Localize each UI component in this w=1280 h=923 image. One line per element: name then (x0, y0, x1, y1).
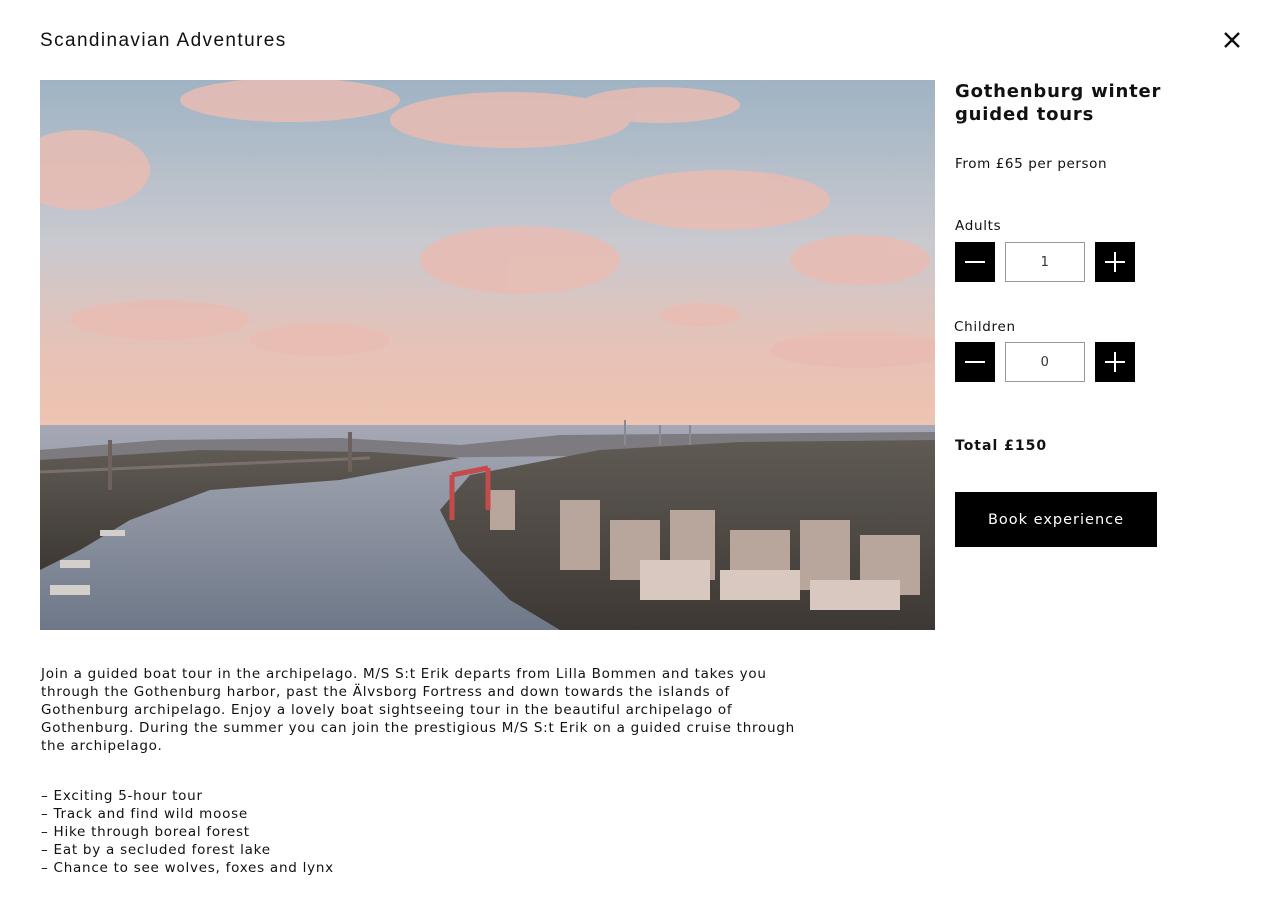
plus-icon (1105, 252, 1125, 272)
children-decrease-button[interactable] (955, 342, 995, 382)
list-item: – Track and find wild moose (41, 806, 248, 822)
adults-label: Adults (955, 218, 1002, 234)
close-icon[interactable] (1220, 28, 1244, 52)
booking-total: Total £150 (955, 438, 1048, 454)
minus-icon (965, 361, 985, 363)
plus-icon (1105, 352, 1125, 372)
list-item: – Hike through boreal forest (41, 824, 250, 840)
list-item: – Exciting 5-hour tour (41, 788, 203, 804)
experience-description: Join a guided boat tour in the archipela… (41, 666, 795, 754)
experience-price: From £65 per person (955, 156, 1108, 172)
adults-stepper (955, 242, 1135, 282)
adults-quantity-input[interactable] (1005, 242, 1085, 282)
brand-title: Scandinavian Adventures (40, 30, 287, 51)
adults-increase-button[interactable] (1095, 242, 1135, 282)
children-stepper (955, 342, 1135, 382)
list-item: – Chance to see wolves, foxes and lynx (41, 860, 334, 876)
experience-title: Gothenburg winter guided tours (955, 81, 1162, 125)
booking-panel: Gothenburg winter guided tours From £65 … (954, 80, 1255, 547)
children-quantity-input[interactable] (1005, 342, 1085, 382)
book-experience-button[interactable]: Book experience (955, 492, 1157, 547)
minus-icon (965, 261, 985, 263)
children-label: Children (954, 319, 1016, 335)
adults-decrease-button[interactable] (955, 242, 995, 282)
feature-list: – Exciting 5-hour tour – Track and find … (41, 787, 334, 877)
hero-photo (40, 80, 935, 630)
children-increase-button[interactable] (1095, 342, 1135, 382)
list-item: – Eat by a secluded forest lake (41, 842, 271, 858)
